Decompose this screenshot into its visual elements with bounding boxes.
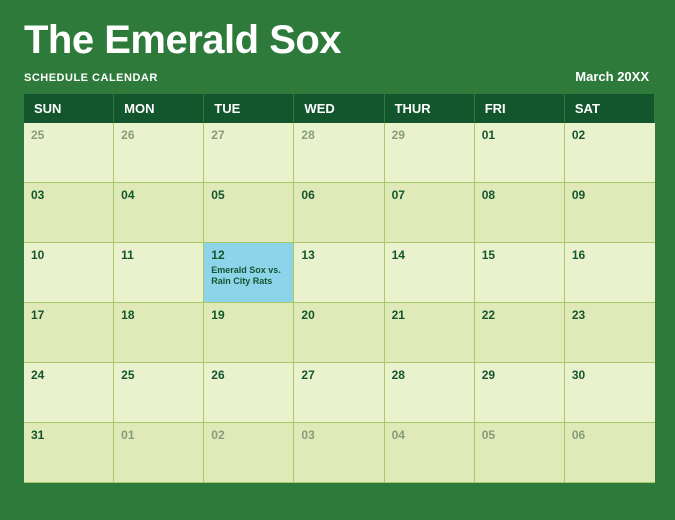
calendar-cell: 26 [114, 123, 204, 183]
day-number: 05 [211, 188, 286, 202]
day-number: 23 [572, 308, 648, 322]
calendar-cell: 08 [475, 183, 565, 243]
day-number: 15 [482, 248, 557, 262]
calendar-cell: 31 [24, 423, 114, 483]
day-number: 26 [121, 128, 196, 142]
day-number: 09 [572, 188, 648, 202]
day-number: 31 [31, 428, 106, 442]
day-number: 28 [301, 128, 376, 142]
calendar-cell: 04 [385, 423, 475, 483]
calendar-cell: 28 [385, 363, 475, 423]
calendar-cell: 11 [114, 243, 204, 303]
day-number: 25 [31, 128, 106, 142]
day-number: 19 [211, 308, 286, 322]
calendar-cell: 13 [294, 243, 384, 303]
calendar-cell: 03 [294, 423, 384, 483]
day-number: 04 [121, 188, 196, 202]
day-number: 14 [392, 248, 467, 262]
day-number: 03 [301, 428, 376, 442]
day-header-wed: WED [294, 94, 384, 123]
calendar-cell: 29 [385, 123, 475, 183]
day-number: 03 [31, 188, 106, 202]
day-number: 27 [211, 128, 286, 142]
day-number: 01 [482, 128, 557, 142]
calendar-cell: 02 [565, 123, 655, 183]
calendar-cell: 17 [24, 303, 114, 363]
calendar-cell: 20 [294, 303, 384, 363]
calendar-cell: 12 Emerald Sox vs. Rain City Rats [204, 243, 294, 303]
day-number: 01 [121, 428, 196, 442]
calendar-cell: 27 [204, 123, 294, 183]
calendar-cell: 19 [204, 303, 294, 363]
day-number: 12 [211, 248, 286, 262]
day-number: 29 [482, 368, 557, 382]
day-number: 16 [572, 248, 648, 262]
day-number: 02 [211, 428, 286, 442]
day-number: 21 [392, 308, 467, 322]
calendar-cell: 18 [114, 303, 204, 363]
day-number: 06 [572, 428, 648, 442]
calendar-cell: 05 [204, 183, 294, 243]
calendar-cell: 30 [565, 363, 655, 423]
day-number: 22 [482, 308, 557, 322]
calendar-cell: 25 [24, 123, 114, 183]
day-number: 07 [392, 188, 467, 202]
calendar-cell: 21 [385, 303, 475, 363]
day-number: 04 [392, 428, 467, 442]
calendar-cell: 14 [385, 243, 475, 303]
calendar-cell: 26 [204, 363, 294, 423]
calendar-cell: 07 [385, 183, 475, 243]
calendar-cell: 22 [475, 303, 565, 363]
calendar-cell: 29 [475, 363, 565, 423]
subtitle-row: SCHEDULE CALENDAR March 20XX [24, 69, 655, 84]
day-number: 05 [482, 428, 557, 442]
day-number: 29 [392, 128, 467, 142]
subtitle: SCHEDULE CALENDAR [24, 72, 158, 84]
calendar-grid: SUNMONTUEWEDTHURFRISAT 25 26 27 28 29 01 02 03 04… [24, 94, 655, 483]
day-number: 10 [31, 248, 106, 262]
day-header-sun: SUN [24, 94, 114, 123]
day-number: 18 [121, 308, 196, 322]
calendar-cell: 06 [565, 423, 655, 483]
day-number: 30 [572, 368, 648, 382]
calendar-cell: 28 [294, 123, 384, 183]
page-title: The Emerald Sox [24, 18, 655, 63]
calendar-cell: 01 [114, 423, 204, 483]
day-number: 27 [301, 368, 376, 382]
day-number: 28 [392, 368, 467, 382]
day-number: 17 [31, 308, 106, 322]
calendar-page: The Emerald Sox SCHEDULE CALENDAR March … [0, 0, 675, 520]
event-label: Emerald Sox vs. Rain City Rats [211, 265, 286, 287]
calendar-cell: 24 [24, 363, 114, 423]
calendar-cell: 25 [114, 363, 204, 423]
calendar-cell: 01 [475, 123, 565, 183]
day-number: 11 [121, 248, 196, 262]
day-number: 08 [482, 188, 557, 202]
day-header-sat: SAT [565, 94, 655, 123]
day-number: 02 [572, 128, 648, 142]
day-number: 20 [301, 308, 376, 322]
day-number: 13 [301, 248, 376, 262]
calendar-cell: 23 [565, 303, 655, 363]
calendar-cell: 05 [475, 423, 565, 483]
calendar-cell: 27 [294, 363, 384, 423]
calendar-cell: 09 [565, 183, 655, 243]
day-header-mon: MON [114, 94, 204, 123]
calendar-cell: 15 [475, 243, 565, 303]
calendar-cell: 02 [204, 423, 294, 483]
day-header-tue: TUE [204, 94, 294, 123]
month-label: March 20XX [575, 69, 655, 84]
calendar-cell: 03 [24, 183, 114, 243]
day-number: 26 [211, 368, 286, 382]
calendar-cell: 16 [565, 243, 655, 303]
day-number: 06 [301, 188, 376, 202]
day-header-fri: FRI [475, 94, 565, 123]
calendar-cell: 10 [24, 243, 114, 303]
calendar-cell: 04 [114, 183, 204, 243]
calendar-cell: 06 [294, 183, 384, 243]
day-header-thur: THUR [385, 94, 475, 123]
day-number: 25 [121, 368, 196, 382]
day-number: 24 [31, 368, 106, 382]
